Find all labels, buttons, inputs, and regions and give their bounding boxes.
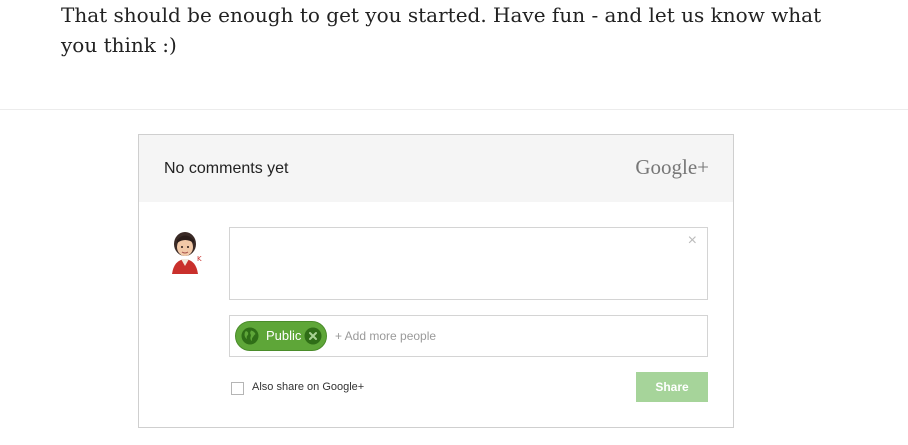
section-divider — [0, 109, 908, 110]
public-chip-label: Public — [266, 328, 302, 343]
user-avatar: K — [172, 232, 202, 274]
add-people-input[interactable] — [335, 329, 635, 343]
comments-count-label: No comments yet — [164, 160, 289, 177]
comment-input-box[interactable]: × — [229, 227, 708, 300]
close-icon[interactable]: × — [688, 232, 697, 250]
comments-widget: No comments yet Google+ K × Public + Add… — [138, 134, 734, 428]
globe-icon — [241, 327, 259, 345]
public-audience-chip[interactable]: Public — [235, 321, 327, 351]
article-paragraph: That should be enough to get you started… — [61, 3, 822, 57]
share-button[interactable]: Share — [636, 372, 708, 402]
google-plus-logo: Google+ — [635, 155, 709, 179]
also-share-label: Also share on Google+ — [252, 381, 365, 393]
audience-picker[interactable]: Public — [229, 315, 708, 357]
comments-header: No comments yet Google+ — [139, 135, 733, 202]
svg-text:K: K — [197, 255, 202, 263]
remove-circle-icon[interactable] — [304, 327, 322, 345]
also-share-checkbox[interactable] — [231, 382, 244, 395]
